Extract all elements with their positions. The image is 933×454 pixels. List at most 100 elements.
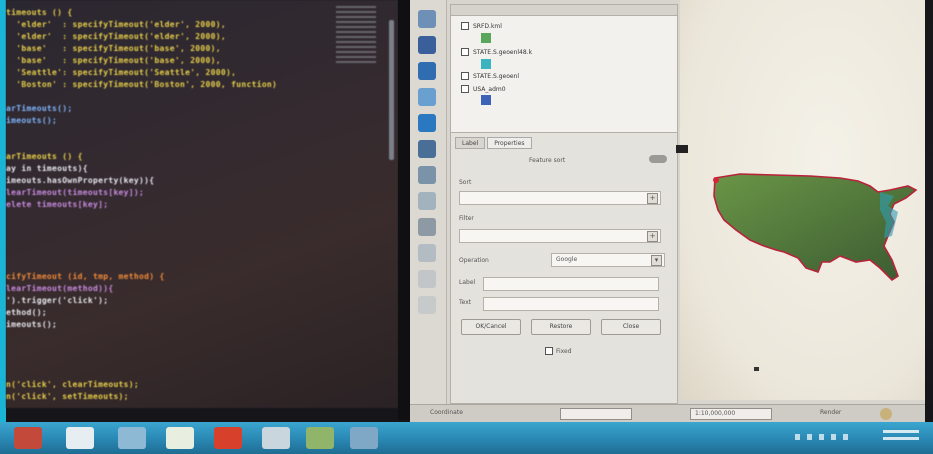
marker-dot	[713, 177, 719, 183]
layer-item[interactable]: USA_adm0	[461, 82, 506, 96]
settings-icon[interactable]	[418, 218, 436, 236]
sort-field[interactable]: +	[459, 191, 661, 205]
scale-value: 1:10,000,000	[695, 410, 736, 417]
status-bar: Coordinate 1:10,000,000 Render	[410, 404, 925, 422]
layer-checkbox[interactable]	[461, 85, 469, 93]
fixed-label: Fixed	[556, 347, 572, 355]
explorer-icon[interactable]	[66, 427, 94, 449]
add-db-icon[interactable]	[418, 140, 436, 158]
layer-swatch	[481, 33, 491, 43]
app-icon[interactable]	[350, 427, 378, 449]
qgis-window: SRFD.kml STATE.S.geoenl48.k STATE.S.geoe…	[410, 0, 925, 422]
code-line: 'base' : specifyTimeout('base', 2000),	[6, 44, 221, 53]
code-line: ay in timeouts){	[6, 164, 88, 173]
operation-value: Google	[556, 256, 578, 263]
code-line: 'base' : specifyTimeout('base', 2000),	[6, 56, 221, 65]
code-editor[interactable]: timeouts () { 'elder' : specifyTimeout('…	[6, 0, 398, 408]
code-line: imeouts();	[6, 116, 58, 125]
operation-select[interactable]: Google ▾	[551, 253, 665, 267]
edit-icon[interactable]	[418, 192, 436, 210]
code-line: 'Seattle': specifyTimeout('Seattle', 200…	[6, 68, 237, 77]
layers-header	[451, 5, 677, 16]
layer-checkbox[interactable]	[461, 72, 469, 80]
usa-map	[713, 173, 918, 371]
app-icon[interactable]	[118, 427, 146, 449]
restore-button[interactable]: Restore	[531, 319, 591, 335]
app-icon[interactable]	[166, 427, 194, 449]
fixed-checkbox[interactable]	[545, 347, 553, 355]
pan-icon[interactable]	[418, 296, 436, 314]
add-csv-icon[interactable]	[418, 166, 436, 184]
desktop-photo: timeouts () { 'elder' : specifyTimeout('…	[0, 0, 933, 454]
ok-button[interactable]: OK/Cancel	[461, 319, 521, 335]
map-point	[754, 367, 759, 371]
tool-bar	[410, 0, 447, 408]
code-line: learTimeout(method)){	[6, 284, 114, 293]
properties-panel: Label Properties Feature sort Sort + Fil…	[450, 132, 678, 404]
field2-label: Filter	[459, 215, 474, 222]
code-line: n('click', clearTimeouts);	[6, 380, 140, 389]
measure-icon[interactable]	[418, 244, 436, 262]
code-line: 'elder' : specifyTimeout('elder', 2000),	[6, 32, 227, 41]
plus-icon[interactable]: +	[647, 231, 658, 242]
add-layer-icon[interactable]	[418, 88, 436, 106]
app-icon[interactable]	[14, 427, 42, 449]
map-cursor	[676, 145, 688, 153]
code-line: timeouts () {	[6, 8, 73, 17]
scale-field[interactable]: 1:10,000,000	[690, 408, 772, 420]
code-line: arTimeouts () {	[6, 152, 83, 161]
taskbar	[0, 422, 933, 454]
layer-swatch	[481, 95, 491, 105]
monitor-bezel	[398, 0, 410, 420]
layer-name: STATE.S.geoenl	[473, 72, 520, 80]
section-title: Feature sort	[529, 157, 566, 164]
coord-label: Coordinate	[430, 409, 463, 416]
code-line: 'Boston' : specifyTimeout('Boston', 2000…	[6, 80, 278, 89]
crs-icon[interactable]	[880, 408, 892, 420]
tab-properties[interactable]: Properties	[487, 137, 532, 149]
tray-icons[interactable]	[795, 434, 855, 440]
label-b: Text	[459, 299, 472, 306]
label-a: Label	[459, 279, 476, 286]
fixed-check[interactable]: Fixed	[545, 347, 572, 355]
props-tabs: Label Properties	[455, 137, 532, 149]
filezilla-icon[interactable]	[214, 427, 242, 449]
code-line: elete timeouts[key];	[6, 200, 109, 209]
close-button[interactable]: Close	[601, 319, 661, 335]
layer-item[interactable]: STATE.S.geoenl	[461, 69, 519, 83]
layer-checkbox[interactable]	[461, 22, 469, 30]
tab-label[interactable]: Label	[455, 137, 486, 149]
code-line: imeouts.hasOwnProperty(key)){	[6, 176, 155, 185]
layer-name: USA_adm0	[473, 85, 506, 93]
clock[interactable]	[883, 430, 919, 444]
digitize-icon[interactable]	[418, 10, 436, 28]
code-line: 'elder' : specifyTimeout('elder', 2000),	[6, 20, 227, 29]
layer-name: STATE.S.geoenl48.k	[473, 48, 533, 56]
code-line: cifyTimeout (id, tmp, method) {	[6, 272, 165, 281]
layer-swatch	[481, 59, 491, 69]
chevron-down-icon: ▾	[651, 255, 662, 266]
coord-field[interactable]	[560, 408, 632, 420]
app-icon[interactable]	[262, 427, 290, 449]
layer-item[interactable]: STATE.S.geoenl48.k	[461, 45, 532, 59]
render-label: Render	[820, 409, 842, 416]
layer-checkbox[interactable]	[461, 48, 469, 56]
param-label: Operation	[459, 257, 489, 264]
plus-icon[interactable]: +	[647, 193, 658, 204]
layers-panel: SRFD.kml STATE.S.geoenl48.k STATE.S.geoe…	[450, 4, 678, 134]
add-vector-icon[interactable]	[418, 36, 436, 54]
editor-scrollbar[interactable]	[389, 20, 394, 160]
label-field[interactable]	[483, 277, 659, 291]
layer-item[interactable]: SRFD.kml	[461, 19, 502, 33]
qgis-icon[interactable]	[306, 427, 334, 449]
zoom-icon[interactable]	[418, 270, 436, 288]
minimap	[336, 6, 376, 66]
code-line: imeouts();	[6, 320, 58, 329]
map-canvas[interactable]	[680, 0, 925, 400]
code-line: learTimeout(timeouts[key]);	[6, 188, 145, 197]
filter-field[interactable]: +	[459, 229, 661, 243]
text-field[interactable]	[483, 297, 659, 311]
add-wms-icon[interactable]	[418, 114, 436, 132]
add-raster-icon[interactable]	[418, 62, 436, 80]
toggle[interactable]	[649, 155, 667, 163]
